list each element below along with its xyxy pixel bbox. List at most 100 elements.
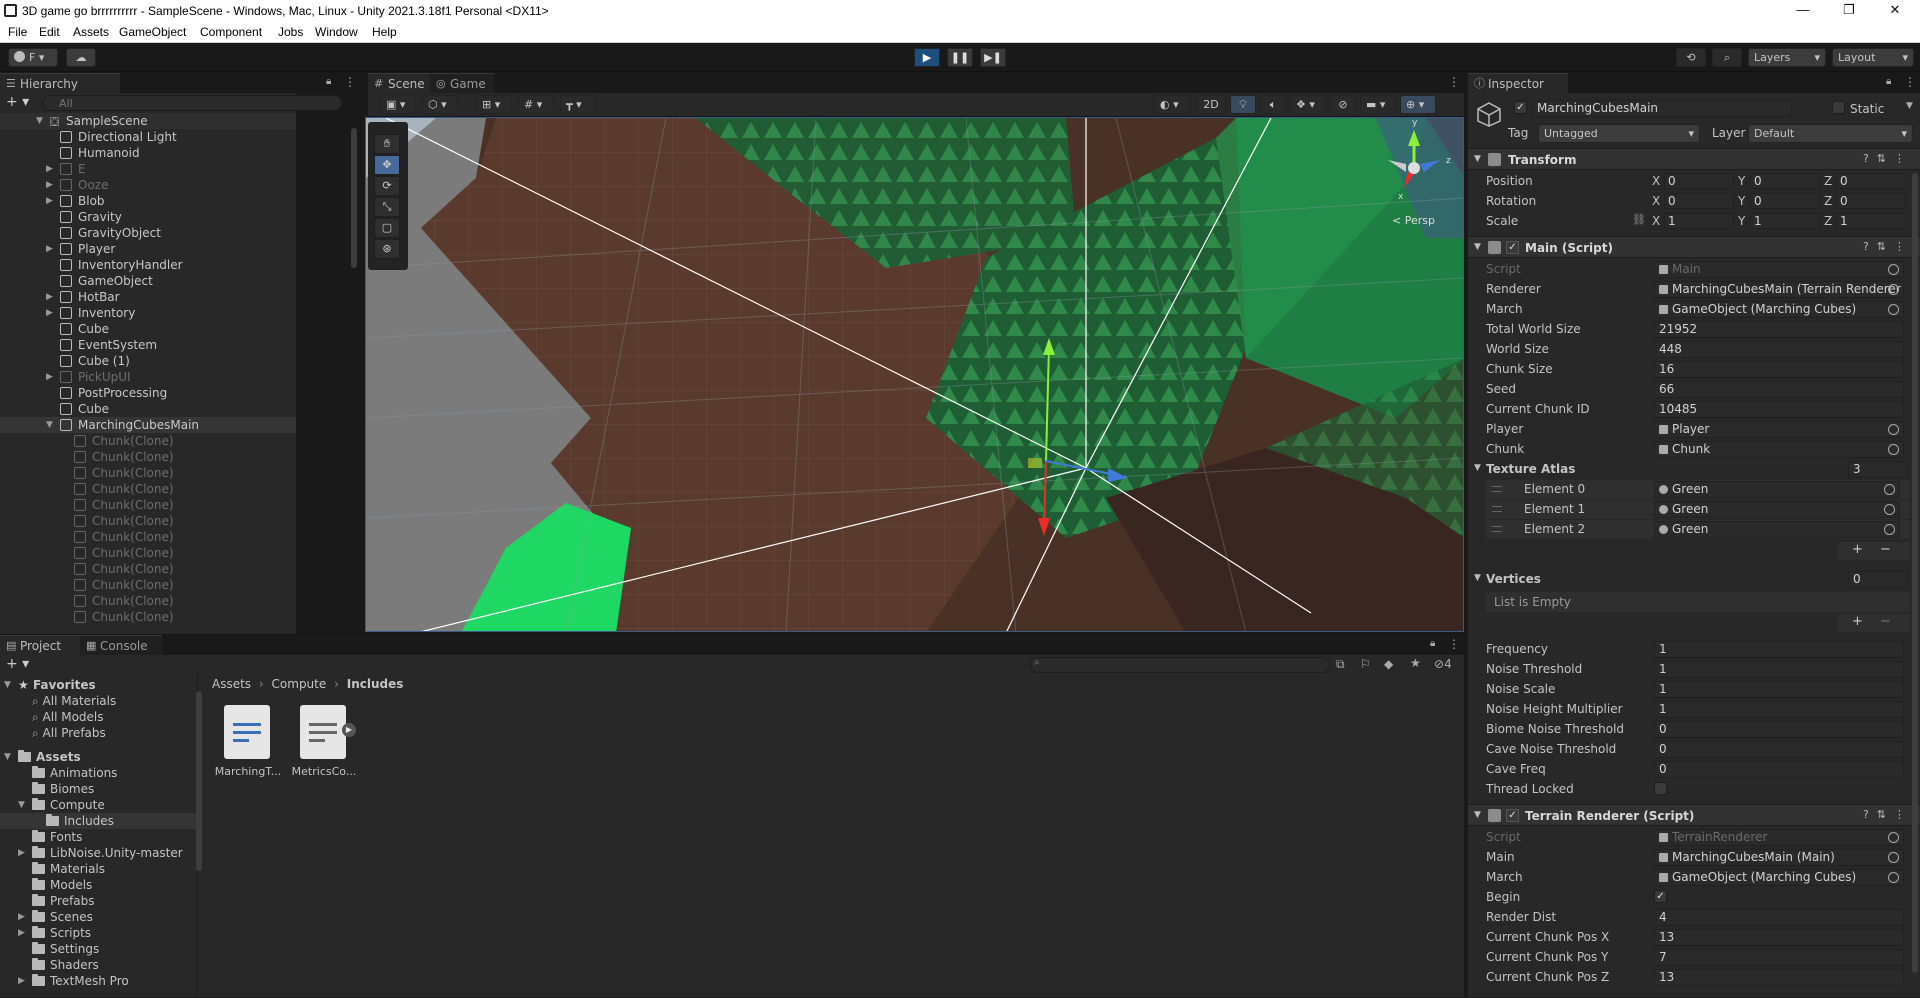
object-picker-icon[interactable] bbox=[1888, 304, 1899, 315]
menu-gameobject[interactable]: GameObject bbox=[119, 25, 186, 39]
hierarchy-item[interactable]: Chunk(Clone) bbox=[0, 513, 296, 529]
ruler-dropdown[interactable]: ┳ ▾ bbox=[560, 95, 596, 114]
folder-row[interactable]: ▶ Scenes bbox=[0, 909, 197, 925]
collapse-arrow-icon[interactable]: ▶ bbox=[46, 177, 53, 193]
search-button[interactable]: ⌕ bbox=[1712, 48, 1742, 67]
collapse-arrow-icon[interactable]: ▶ bbox=[46, 161, 53, 177]
collapse-arrow-icon[interactable]: ▶ bbox=[18, 845, 25, 861]
breadcrumb-includes[interactable]: Includes bbox=[347, 677, 404, 691]
breadcrumb-assets[interactable]: Assets bbox=[212, 677, 251, 691]
value-field[interactable]: 10485 bbox=[1654, 401, 1904, 418]
object-picker-icon[interactable] bbox=[1884, 484, 1895, 495]
folder-row[interactable]: Settings bbox=[0, 941, 197, 957]
object-picker-icon[interactable] bbox=[1888, 444, 1899, 455]
hierarchy-item[interactable]: EventSystem bbox=[0, 337, 296, 353]
favorite-item[interactable]: ⌕ All Materials bbox=[0, 693, 197, 709]
remove-element-icon[interactable]: − bbox=[1880, 614, 1891, 629]
folder-row[interactable]: ▶ TextMesh Pro bbox=[0, 973, 197, 989]
minimize-button[interactable]: — bbox=[1780, 0, 1826, 22]
object-picker-icon[interactable] bbox=[1888, 872, 1899, 883]
hierarchy-item[interactable]: Chunk(Clone) bbox=[0, 561, 296, 577]
value-field[interactable]: 13 bbox=[1654, 929, 1904, 946]
property-checkbox[interactable]: ✓ bbox=[1654, 890, 1667, 903]
hierarchy-item[interactable]: ▶ HotBar bbox=[0, 289, 296, 305]
folder-row[interactable]: ▼ Compute bbox=[0, 797, 197, 813]
drag-handle-icon[interactable] bbox=[1492, 486, 1502, 492]
cloud-button[interactable]: ☁ bbox=[66, 48, 96, 67]
menu-jobs[interactable]: Jobs bbox=[278, 25, 303, 39]
material-field[interactable]: Green bbox=[1654, 481, 1900, 498]
value-field[interactable]: 1 bbox=[1654, 641, 1904, 658]
transform-header[interactable]: ▼ Transform ?⇅⋮ bbox=[1468, 148, 1920, 170]
expand-arrow-icon[interactable]: ▼ bbox=[4, 749, 11, 765]
collapse-arrow-icon[interactable]: ▶ bbox=[18, 925, 25, 941]
component-menu-icons[interactable]: ?⇅⋮ bbox=[1863, 240, 1913, 253]
expand-arrow-icon[interactable]: ▼ bbox=[4, 677, 11, 693]
material-field[interactable]: Green bbox=[1654, 521, 1900, 538]
hierarchy-item[interactable]: Cube (1) bbox=[0, 353, 296, 369]
component-menu-icons[interactable]: ?⇅⋮ bbox=[1863, 808, 1913, 821]
hierarchy-item[interactable]: Chunk(Clone) bbox=[0, 577, 296, 593]
object-field[interactable]: Player bbox=[1654, 421, 1904, 438]
projection-label[interactable]: < Persp bbox=[1392, 214, 1435, 227]
object-field[interactable]: Chunk bbox=[1654, 441, 1904, 458]
list-size-field[interactable]: 3 bbox=[1848, 461, 1908, 478]
effects-dropdown[interactable]: ❖ ▾ bbox=[1290, 95, 1326, 114]
component-enabled-checkbox[interactable]: ✓ bbox=[1506, 241, 1519, 254]
hierarchy-item[interactable]: InventoryHandler bbox=[0, 257, 296, 273]
terrain-renderer-header[interactable]: ▼ ✓ Terrain Renderer (Script) ?⇅⋮ bbox=[1468, 804, 1920, 826]
collapse-arrow-icon[interactable]: ▶ bbox=[46, 193, 53, 209]
expand-arrow-icon[interactable]: ▼ bbox=[18, 797, 25, 813]
material-field[interactable]: Green bbox=[1654, 501, 1900, 518]
hand-tool-button[interactable]: ✋︎ bbox=[374, 134, 400, 154]
scene-viewport[interactable]: y z x < Persp ✋︎ ✥ ⟳ ⤡ ▢ ⊛ bbox=[365, 117, 1464, 632]
collapse-arrow-icon[interactable]: ▶ bbox=[18, 973, 25, 989]
hidden-toggle[interactable]: ⊘ bbox=[1330, 95, 1356, 114]
hidden-packages-button[interactable]: ⊘4 bbox=[1434, 657, 1452, 671]
camera-dropdown[interactable]: ▬ ▾ bbox=[1360, 95, 1396, 114]
object-field[interactable]: GameObject (Marching Cubes) bbox=[1654, 869, 1904, 886]
hierarchy-item[interactable]: Chunk(Clone) bbox=[0, 545, 296, 561]
folder-row[interactable]: Fonts bbox=[0, 829, 197, 845]
more-menu-icon[interactable]: ⋮ bbox=[1448, 637, 1460, 651]
tab-hierarchy[interactable]: ☰ Hierarchy bbox=[0, 73, 120, 93]
folder-row[interactable]: Includes bbox=[0, 813, 197, 829]
hierarchy-item[interactable]: Chunk(Clone) bbox=[0, 497, 296, 513]
folder-row[interactable]: Animations bbox=[0, 765, 197, 781]
menu-assets[interactable]: Assets bbox=[73, 25, 109, 39]
object-field[interactable]: Main bbox=[1654, 261, 1904, 278]
drag-handle-icon[interactable] bbox=[1492, 506, 1502, 512]
object-picker-icon[interactable] bbox=[1888, 424, 1899, 435]
maximize-button[interactable]: ❐ bbox=[1826, 0, 1872, 22]
step-button[interactable]: ▶❚ bbox=[980, 48, 1006, 67]
expand-arrow-icon[interactable]: ▼ bbox=[1474, 242, 1481, 252]
list-element-row[interactable]: Element 0 Green bbox=[1486, 480, 1910, 500]
object-field[interactable]: MarchingCubesMain (Terrain Renderer bbox=[1654, 281, 1904, 298]
value-field[interactable]: 66 bbox=[1654, 381, 1904, 398]
inspector-scrollbar[interactable] bbox=[1912, 173, 1918, 973]
value-field[interactable]: 1 bbox=[1654, 661, 1904, 678]
object-picker-icon[interactable] bbox=[1888, 264, 1899, 275]
folder-row[interactable]: Prefabs bbox=[0, 893, 197, 909]
favorite-item[interactable]: ⌕ All Prefabs bbox=[0, 725, 197, 741]
collapse-arrow-icon[interactable]: ▶ bbox=[46, 289, 53, 305]
component-menu-icons[interactable]: ?⇅⋮ bbox=[1863, 152, 1913, 165]
expand-asset-icon[interactable]: ▶ bbox=[342, 723, 356, 737]
gizmos-dropdown[interactable]: ⊕ ▾ bbox=[1400, 95, 1436, 114]
hierarchy-item[interactable]: Chunk(Clone) bbox=[0, 529, 296, 545]
list-element-row[interactable]: Element 2 Green bbox=[1486, 520, 1910, 540]
object-picker-icon[interactable] bbox=[1884, 524, 1895, 535]
hierarchy-item[interactable]: Cube bbox=[0, 401, 296, 417]
play-button[interactable]: ▶ bbox=[914, 48, 940, 67]
hierarchy-item[interactable]: Directional Light bbox=[0, 129, 296, 145]
expand-arrow-icon[interactable]: ▼ bbox=[1474, 154, 1481, 164]
constrain-link-icon[interactable]: ⛓ bbox=[1632, 213, 1646, 226]
menu-file[interactable]: File bbox=[8, 25, 27, 39]
collapse-arrow-icon[interactable]: ▶ bbox=[18, 909, 25, 925]
expand-arrow-icon[interactable]: ▼ bbox=[1474, 573, 1481, 583]
folder-row[interactable]: Shaders bbox=[0, 957, 197, 973]
audio-toggle[interactable]: 🔈︎ bbox=[1260, 95, 1286, 114]
hierarchy-item[interactable]: ▼ MarchingCubesMain bbox=[0, 417, 296, 433]
object-field[interactable]: TerrainRenderer bbox=[1654, 829, 1904, 846]
folder-row[interactable]: ▶ Scripts bbox=[0, 925, 197, 941]
